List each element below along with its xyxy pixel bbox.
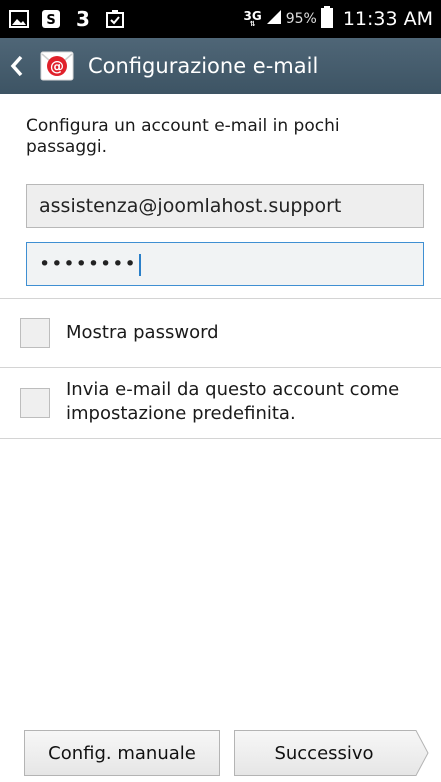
email-input-value: assistenza@joomlahost.support [39,195,342,217]
action-bar: @ Configurazione e-mail [0,38,441,94]
show-password-label: Mostra password [66,322,219,343]
password-input-value: •••••••• [39,253,137,275]
back-chevron-icon[interactable] [10,51,28,81]
email-app-icon[interactable]: @ [40,49,74,83]
network-type-indicator: 3G ⇅ [243,8,262,28]
battery-icon [320,6,333,32]
default-account-checkbox[interactable] [20,388,50,418]
clipboard-check-icon [104,8,126,30]
svg-text:@: @ [50,59,64,75]
clock: 11:33 AM [342,8,433,30]
email-setup-form: Configura un account e-mail in pochi pas… [0,94,441,782]
signal-strength-icon [266,9,282,29]
next-button[interactable]: Successivo [234,730,414,776]
svg-text:3: 3 [76,8,90,30]
carrier-three-icon: 3 [72,8,94,30]
next-button-arrow-tip[interactable] [413,730,429,776]
manual-setup-button[interactable]: Config. manuale [24,730,220,776]
battery-percentage: 95% [285,11,317,27]
email-input[interactable]: assistenza@joomlahost.support [26,184,424,228]
intro-text: Configura un account e-mail in pochi pas… [26,116,340,157]
gallery-notification-icon [8,8,30,30]
show-password-row[interactable]: Mostra password [0,299,441,367]
show-password-checkbox[interactable] [20,318,50,348]
skype-notification-icon: S [40,8,62,30]
divider [0,438,441,439]
status-bar: S 3 3G ⇅ 95% 11:33 AM [0,0,441,38]
password-input[interactable]: •••••••• [26,242,424,286]
svg-text:S: S [46,13,55,28]
default-account-label: Invia e-mail da questo account come impo… [66,379,400,424]
default-account-row[interactable]: Invia e-mail da questo account come impo… [0,368,441,438]
text-cursor [138,253,141,276]
page-title: Configurazione e-mail [88,54,319,78]
